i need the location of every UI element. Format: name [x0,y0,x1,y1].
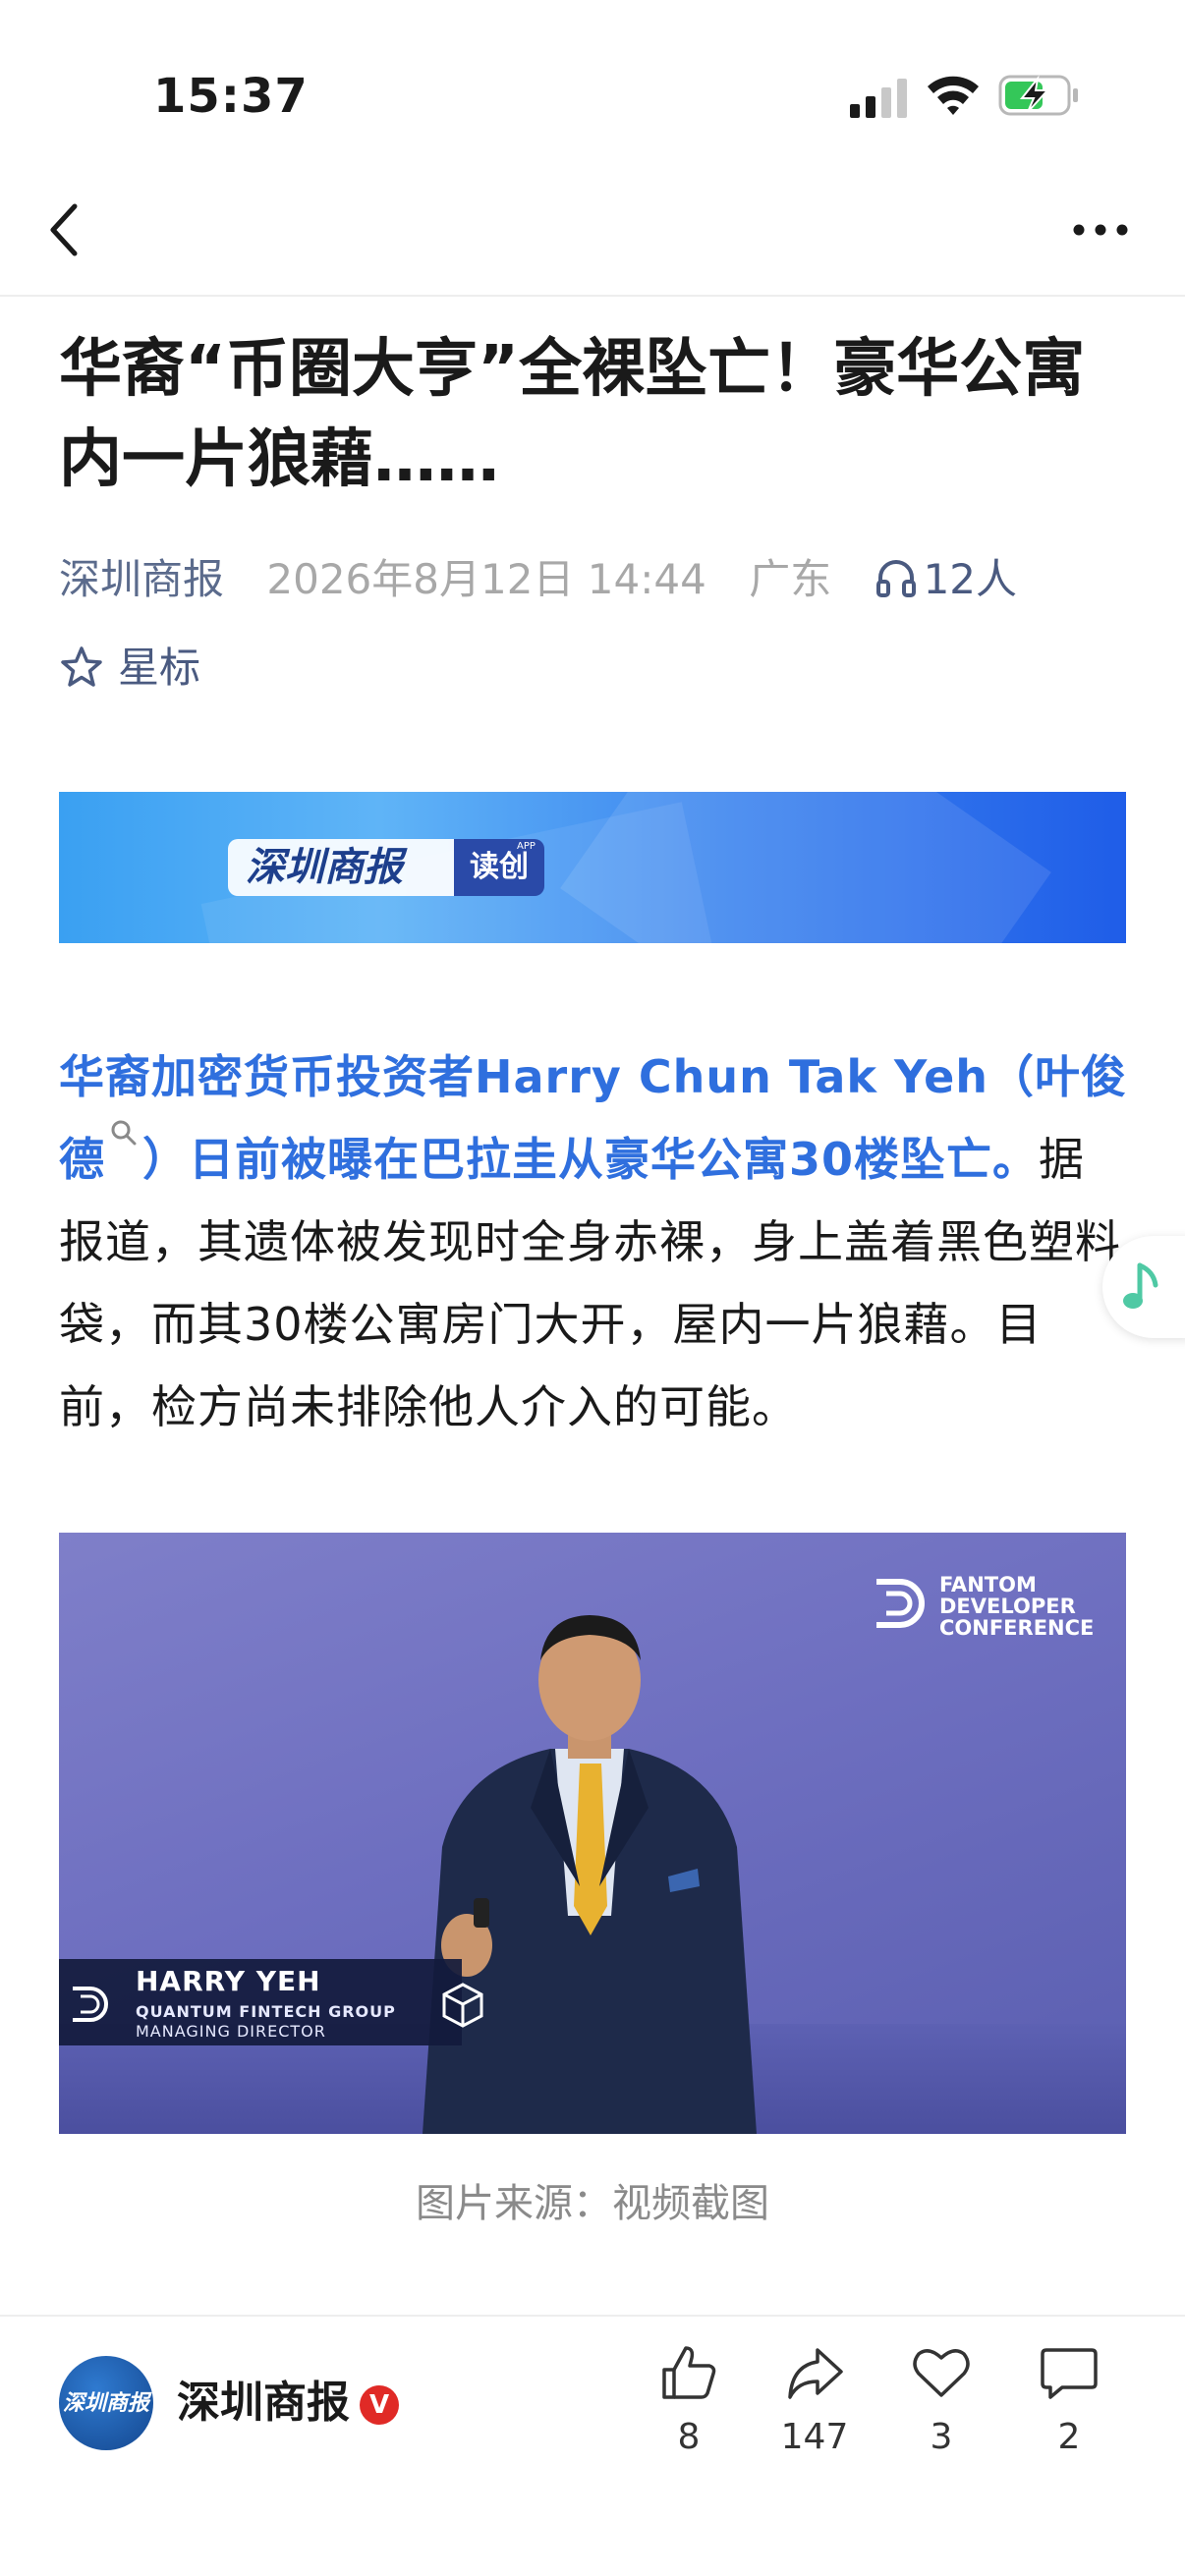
conference-logo-icon [73,1987,108,2022]
speaker-name: HARRY YEH [136,1965,321,1997]
article-body: 华裔加密货币投资者Harry Chun Tak Yeh（叶俊德 ）日前被曝在巴拉… [59,1036,1130,1448]
article-photo[interactable]: FANTOM DEVELOPER CONFERENCE HARRY YEH QU… [59,1533,1126,2134]
listen-button[interactable]: 12人 [875,548,1017,611]
speaker-organization: QUANTUM FINTECH GROUP [136,2002,396,2021]
cellular-signal-icon [850,79,907,118]
heart-icon [913,2349,970,2397]
account-name[interactable]: 深圳商报 [177,2374,350,2433]
wifi-icon [928,76,979,115]
promo-banner[interactable]: 深圳商报 读创 APP [59,792,1126,943]
banner-logo-text: 深圳商报 [246,844,403,890]
conference-logo-icon [876,1579,925,1628]
avatar-logo-text: 深圳商报 [62,2390,149,2416]
cube-logo-icon [442,1983,483,2028]
comment-count: 2 [1057,2417,1081,2457]
back-button[interactable] [43,200,86,259]
conference-line: FANTOM [939,1573,1037,1596]
publish-datetime: 2026年8月12日 14:44 [266,555,706,603]
article-headline: 华裔“币圈大亨”全裸坠亡！豪华公寓内一片狼藉…… [59,333,1086,496]
article-meta: 深圳商报 2026年8月12日 14:44 广东 12人 [59,548,1140,611]
favorite-count: 3 [930,2417,953,2457]
banner-app-label: APP [517,841,536,852]
favorite-button[interactable]: 3 [887,2338,995,2466]
star-button[interactable]: 星标 [59,639,200,698]
music-note-icon [1123,1262,1158,1309]
comment-bubble-icon [1041,2348,1098,2399]
photo-caption: 图片来源：视频截图 [416,2181,769,2226]
conference-line: CONFERENCE [939,1616,1095,1640]
nav-divider [0,295,1185,297]
bottom-divider [0,2315,1185,2317]
share-button[interactable]: 147 [761,2338,869,2466]
status-time: 15:37 [153,69,309,124]
search-icon[interactable] [109,1118,139,1148]
thumbs-up-icon [662,2346,716,2399]
publish-location: 广东 [749,555,832,603]
speaker-title: MANAGING DIRECTOR [136,2022,326,2041]
share-count: 147 [780,2417,849,2457]
star-label: 星标 [118,644,201,692]
share-arrow-icon [788,2348,843,2399]
conference-line: DEVELOPER [939,1595,1076,1618]
source-link[interactable]: 深圳商报 [59,548,224,611]
star-icon [61,646,102,687]
verified-badge: V [360,2385,399,2425]
more-options-button[interactable] [1069,210,1132,250]
comment-button[interactable]: 2 [1015,2338,1123,2466]
lead-text: ）日前被曝在巴拉圭从豪华公寓30楼坠亡。 [142,1133,1040,1186]
like-count: 8 [677,2417,701,2457]
listener-count: 12人 [923,555,1018,603]
conference-name: FANTOM DEVELOPER CONFERENCE [939,1574,1094,1639]
like-button[interactable]: 8 [635,2338,743,2466]
speaker-figure [423,1615,757,2134]
headphones-icon [875,560,916,597]
battery-charging-icon [998,75,1078,116]
